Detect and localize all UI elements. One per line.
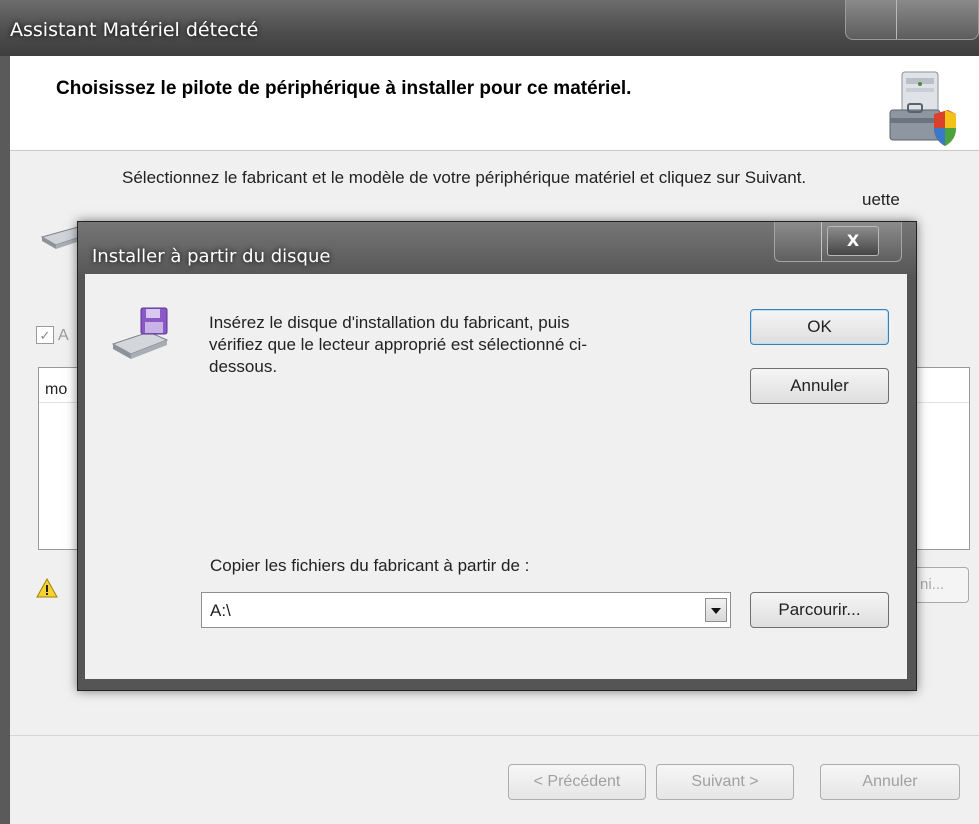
source-path-value: A:\ (210, 601, 231, 620)
floppy-install-icon (111, 307, 169, 359)
chevron-down-icon[interactable] (705, 598, 727, 622)
wizard-titlebar[interactable]: Assistant Matériel détecté (0, 0, 979, 56)
wizard-title: Assistant Matériel détecté (10, 19, 259, 41)
wizard-cancel-button[interactable]: Annuler (820, 764, 960, 800)
hardware-toolbox-icon (889, 71, 956, 146)
next-button[interactable]: Suivant > (656, 764, 794, 800)
caption-separator (896, 0, 897, 39)
ok-button[interactable]: OK (750, 309, 889, 345)
source-path-combobox[interactable]: A:\ (201, 592, 731, 628)
dialog-close-button[interactable]: X (827, 226, 879, 256)
footer-divider (10, 735, 979, 736)
have-disk-button[interactable]: ni... (913, 567, 969, 603)
warning-icon (36, 578, 58, 598)
dialog-message: Insérez le disque d'installation du fabr… (209, 313, 587, 376)
dialog-content: Insérez le disque d'installation du fabr… (85, 274, 907, 679)
previous-button[interactable]: < Précédent (508, 764, 646, 800)
browse-button[interactable]: Parcourir... (750, 592, 889, 628)
dialog-cancel-button[interactable]: Annuler (750, 368, 889, 404)
model-column-header: mo (45, 381, 68, 398)
install-from-disk-dialog: Installer à partir du disque X Insérez l… (77, 221, 917, 691)
dialog-caption-separator (821, 222, 822, 261)
dialog-title: Installer à partir du disque (92, 246, 331, 267)
wizard-header: Choisissez le pilote de périphérique à i… (10, 56, 979, 151)
instruction-line2-tail: uette (862, 190, 900, 209)
wizard-instruction: Sélectionnez le fabricant et le modèle d… (122, 167, 972, 209)
copy-from-label: Copier les fichiers du fabricant à parti… (210, 556, 530, 575)
show-compatible-checkbox[interactable]: ✓ (36, 326, 54, 344)
wizard-caption-buttons[interactable] (845, 0, 979, 40)
instruction-line1: Sélectionnez le fabricant et le modèle d… (122, 168, 807, 187)
show-compatible-label: A (58, 327, 69, 344)
wizard-heading: Choisissez le pilote de périphérique à i… (56, 78, 632, 99)
